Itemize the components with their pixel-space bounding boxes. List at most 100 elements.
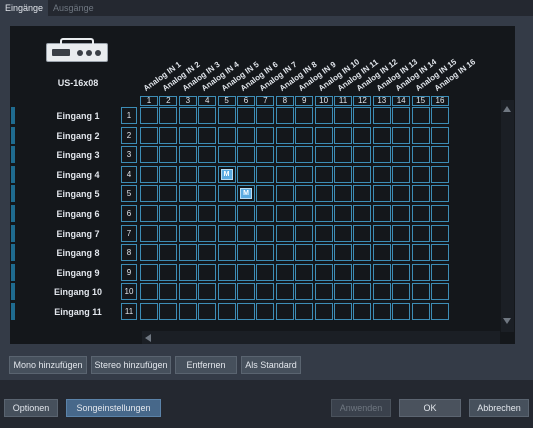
input-row-label[interactable]: Eingang 6 <box>40 209 116 219</box>
routing-cell[interactable] <box>411 224 430 242</box>
routing-cell[interactable] <box>256 224 275 242</box>
routing-cell[interactable] <box>431 263 449 281</box>
routing-cell[interactable] <box>275 165 294 183</box>
assignment-marker[interactable]: M <box>240 188 252 200</box>
routing-cell[interactable] <box>256 205 275 222</box>
routing-cell[interactable] <box>314 126 333 144</box>
song-settings-button[interactable]: Songeinstellungen <box>66 399 161 417</box>
routing-cell[interactable] <box>159 205 178 222</box>
assignment-marker[interactable]: M <box>220 168 233 180</box>
input-row-label[interactable]: Eingang 5 <box>40 189 116 199</box>
routing-cell[interactable] <box>140 185 158 203</box>
routing-cell[interactable] <box>198 165 217 183</box>
routing-cell[interactable] <box>159 283 178 301</box>
routing-cell[interactable] <box>237 244 255 262</box>
input-row-label[interactable]: Eingang 2 <box>40 131 116 141</box>
routing-cell[interactable] <box>217 146 236 164</box>
routing-cell[interactable] <box>372 303 391 320</box>
routing-cell[interactable] <box>217 205 236 222</box>
routing-cell[interactable] <box>353 146 372 164</box>
routing-cell[interactable] <box>295 244 314 262</box>
routing-cell[interactable] <box>140 303 158 320</box>
routing-cell[interactable] <box>431 165 449 183</box>
routing-cell[interactable] <box>431 146 449 164</box>
routing-cell[interactable] <box>372 165 391 183</box>
routing-cell[interactable] <box>411 185 430 203</box>
routing-cell[interactable] <box>159 244 178 262</box>
routing-cell[interactable] <box>314 224 333 242</box>
routing-cell[interactable] <box>275 146 294 164</box>
routing-cell[interactable] <box>392 165 411 183</box>
routing-cell[interactable] <box>353 126 372 144</box>
routing-cell[interactable] <box>295 107 314 124</box>
routing-cell[interactable] <box>256 185 275 203</box>
routing-cell[interactable] <box>275 244 294 262</box>
routing-cell[interactable] <box>275 107 294 124</box>
routing-cell[interactable] <box>392 107 411 124</box>
routing-cell[interactable] <box>411 283 430 301</box>
routing-cell[interactable] <box>334 244 352 262</box>
routing-cell[interactable] <box>353 283 372 301</box>
routing-cell[interactable] <box>217 244 236 262</box>
routing-cell[interactable] <box>256 126 275 144</box>
routing-cell[interactable] <box>198 205 217 222</box>
routing-cell[interactable] <box>295 303 314 320</box>
routing-cell[interactable] <box>431 107 449 124</box>
routing-cell[interactable] <box>198 244 217 262</box>
routing-cell[interactable] <box>198 224 217 242</box>
routing-cell[interactable]: M <box>237 185 255 203</box>
routing-cell[interactable] <box>372 224 391 242</box>
routing-cell[interactable] <box>411 205 430 222</box>
vertical-scrollbar[interactable] <box>501 100 514 332</box>
routing-cell[interactable] <box>159 146 178 164</box>
routing-cell[interactable] <box>353 263 372 281</box>
routing-cell[interactable] <box>256 165 275 183</box>
routing-cell[interactable] <box>140 263 158 281</box>
routing-cell[interactable] <box>334 126 352 144</box>
routing-cell[interactable] <box>237 146 255 164</box>
routing-cell[interactable] <box>314 283 333 301</box>
scroll-down-arrow-icon[interactable] <box>503 318 511 324</box>
routing-cell[interactable] <box>256 244 275 262</box>
routing-cell[interactable] <box>140 205 158 222</box>
routing-cell[interactable] <box>275 185 294 203</box>
routing-cell[interactable] <box>140 126 158 144</box>
cancel-button[interactable]: Abbrechen <box>469 399 529 417</box>
routing-cell[interactable] <box>392 146 411 164</box>
routing-cell[interactable] <box>178 303 197 320</box>
routing-cell[interactable] <box>159 165 178 183</box>
routing-cell[interactable] <box>237 205 255 222</box>
routing-cell[interactable] <box>178 283 197 301</box>
routing-cell[interactable] <box>256 263 275 281</box>
routing-cell[interactable] <box>334 205 352 222</box>
routing-cell[interactable] <box>334 263 352 281</box>
input-row-label[interactable]: Eingang 3 <box>40 150 116 160</box>
routing-cell[interactable] <box>178 146 197 164</box>
routing-cell[interactable] <box>178 185 197 203</box>
routing-cell[interactable] <box>256 283 275 301</box>
routing-cell[interactable] <box>140 107 158 124</box>
routing-cell[interactable] <box>198 146 217 164</box>
routing-cell[interactable] <box>237 283 255 301</box>
routing-cell[interactable] <box>314 185 333 203</box>
routing-cell[interactable] <box>237 224 255 242</box>
routing-cell[interactable] <box>372 126 391 144</box>
routing-cell[interactable] <box>353 185 372 203</box>
input-row-label[interactable]: Eingang 8 <box>40 248 116 258</box>
routing-cell[interactable] <box>237 303 255 320</box>
routing-cell[interactable] <box>217 263 236 281</box>
routing-cell[interactable] <box>295 185 314 203</box>
routing-cell[interactable] <box>198 185 217 203</box>
routing-cell[interactable] <box>334 224 352 242</box>
routing-cell[interactable] <box>353 244 372 262</box>
remove-button[interactable]: Entfernen <box>175 356 237 374</box>
routing-cell[interactable] <box>140 244 158 262</box>
input-row-label[interactable]: Eingang 4 <box>40 170 116 180</box>
routing-cell[interactable] <box>295 165 314 183</box>
routing-cell[interactable] <box>411 303 430 320</box>
routing-cell[interactable] <box>178 126 197 144</box>
routing-cell[interactable] <box>334 283 352 301</box>
routing-cell[interactable] <box>159 126 178 144</box>
routing-cell[interactable] <box>431 283 449 301</box>
routing-cell[interactable] <box>159 185 178 203</box>
